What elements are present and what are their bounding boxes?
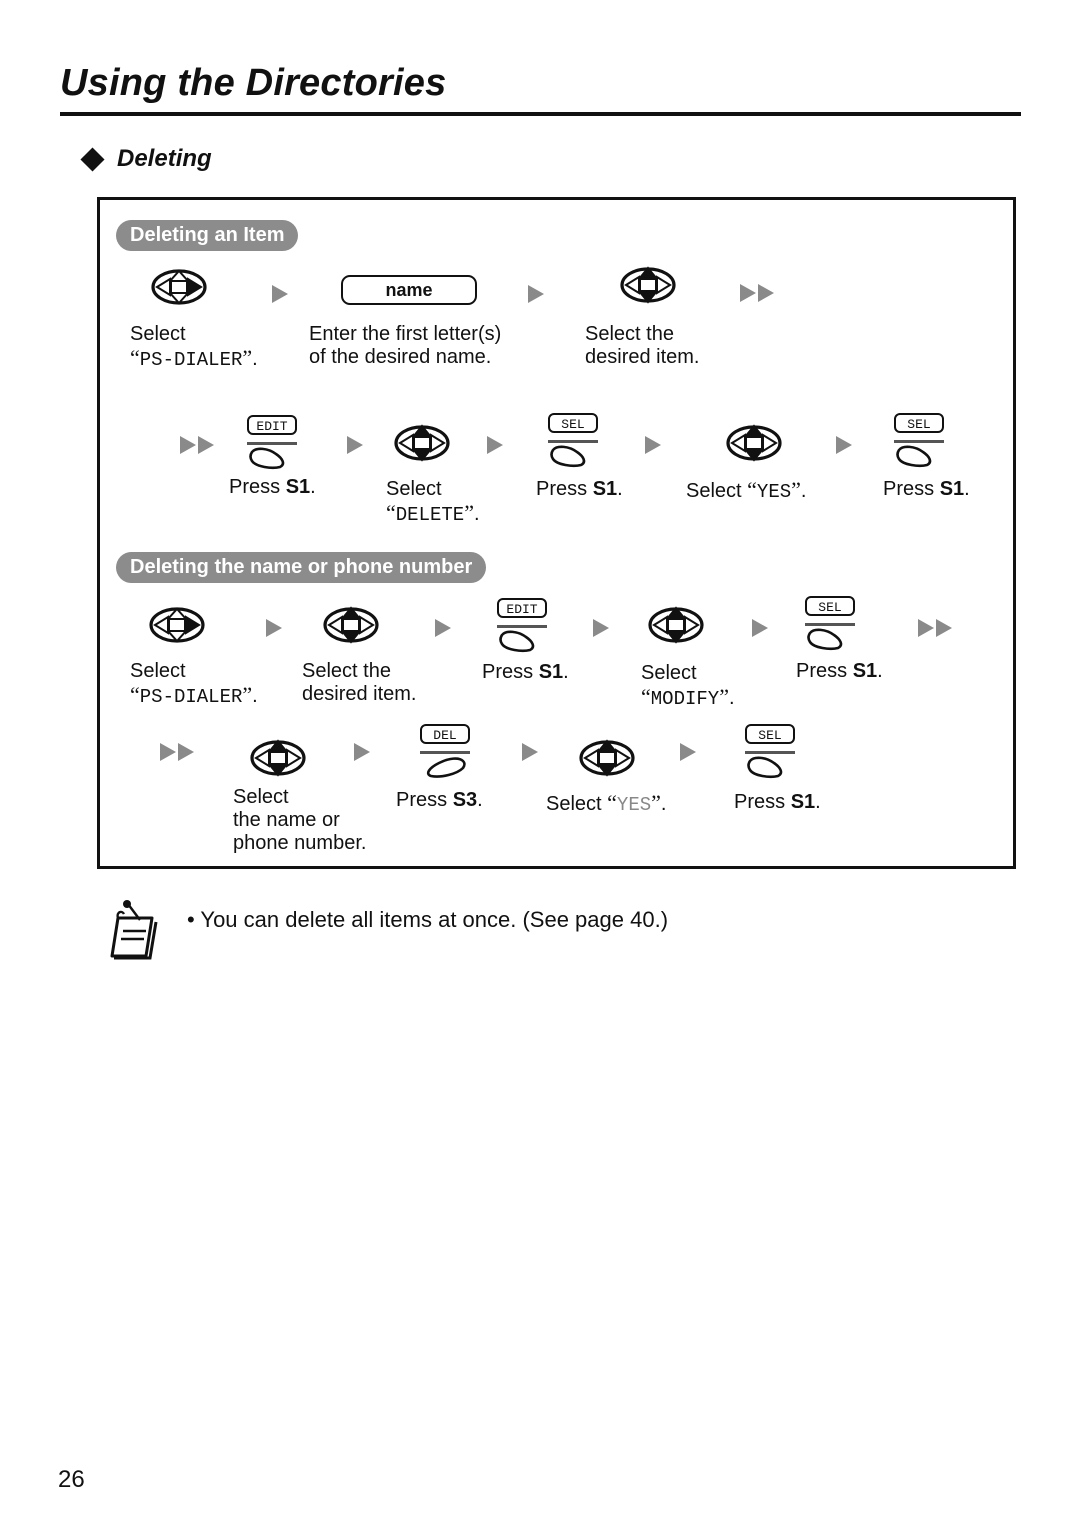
continue-arrow-icon [740, 284, 774, 302]
step-caption: Press S1. [734, 791, 821, 813]
section-title: Deleting [117, 145, 212, 172]
next-arrow-icon [528, 285, 544, 303]
navigator-updown-icon [392, 422, 452, 466]
step-caption: Select the name or phone number. [233, 786, 367, 854]
page-title: Using the Directories [60, 62, 447, 104]
step-caption: Enter the first letter(s) of the desired… [309, 323, 502, 368]
step-caption: Press S1. [229, 476, 316, 498]
svg-text:SEL: SEL [758, 728, 781, 743]
procedure-heading-delete-item: Deleting an Item [116, 220, 299, 251]
softkey-sel-icon: SEL [543, 410, 603, 470]
step-caption: Press S1. [536, 478, 623, 500]
next-arrow-icon [593, 619, 609, 637]
procedure-heading-delete-name-number: Deleting the name or phone number [116, 552, 487, 583]
next-arrow-icon [522, 743, 538, 761]
softkey-sel-icon: SEL [800, 593, 860, 653]
continue-arrow-icon [160, 743, 194, 761]
svg-text:EDIT: EDIT [506, 602, 537, 617]
next-arrow-icon [272, 285, 288, 303]
continue-arrow-icon [180, 436, 214, 454]
softkey-edit-icon: EDIT [242, 412, 302, 472]
navigator-updown-icon [724, 422, 784, 466]
step-caption: Select “PS-DIALER”. [130, 660, 258, 708]
page-number: 26 [58, 1466, 85, 1493]
name-key-icon: name [341, 275, 477, 305]
next-arrow-icon [487, 436, 503, 454]
step-caption: Select the desired item. [302, 660, 417, 705]
step-caption: Select “MODIFY”. [641, 662, 735, 710]
memo-note-icon [110, 900, 158, 960]
svg-text:SEL: SEL [818, 600, 841, 615]
step-caption: Press S3. [396, 789, 483, 811]
next-arrow-icon [347, 436, 363, 454]
navigator-right-icon [147, 604, 207, 648]
navigator-updown-icon [618, 264, 678, 308]
navigator-right-icon [149, 266, 209, 310]
next-arrow-icon [680, 743, 696, 761]
step-caption: Select “PS-DIALER”. [130, 323, 258, 371]
next-arrow-icon [266, 619, 282, 637]
svg-text:DEL: DEL [433, 728, 456, 743]
step-caption: Press S1. [482, 661, 569, 683]
title-rule [60, 112, 1021, 116]
step-caption: Press S1. [796, 660, 883, 682]
svg-text:SEL: SEL [907, 417, 930, 432]
next-arrow-icon [354, 743, 370, 761]
step-caption: Select “YES”. [546, 790, 667, 816]
softkey-del-icon: DEL [415, 721, 475, 781]
navigator-updown-icon [248, 737, 308, 781]
navigator-updown-icon [646, 604, 706, 648]
diamond-bullet-icon [80, 146, 105, 172]
next-arrow-icon [435, 619, 451, 637]
continue-arrow-icon [918, 619, 952, 637]
softkey-edit-icon: EDIT [492, 595, 552, 655]
softkey-sel-icon: SEL [740, 721, 800, 781]
next-arrow-icon [645, 436, 661, 454]
next-arrow-icon [836, 436, 852, 454]
section-heading: Deleting [80, 145, 212, 173]
step-caption: Select “YES”. [686, 477, 807, 503]
step-caption: Press S1. [883, 478, 970, 500]
procedure-box [97, 197, 1016, 869]
navigator-updown-icon [321, 604, 381, 648]
navigator-updown-icon [577, 737, 637, 781]
step-caption: Select the desired item. [585, 323, 700, 368]
svg-text:EDIT: EDIT [256, 419, 287, 434]
next-arrow-icon [752, 619, 768, 637]
svg-text:SEL: SEL [561, 417, 584, 432]
step-caption: Select “DELETE”. [386, 478, 480, 526]
note-text: • You can delete all items at once. (See… [187, 907, 669, 932]
softkey-sel-icon: SEL [889, 410, 949, 470]
